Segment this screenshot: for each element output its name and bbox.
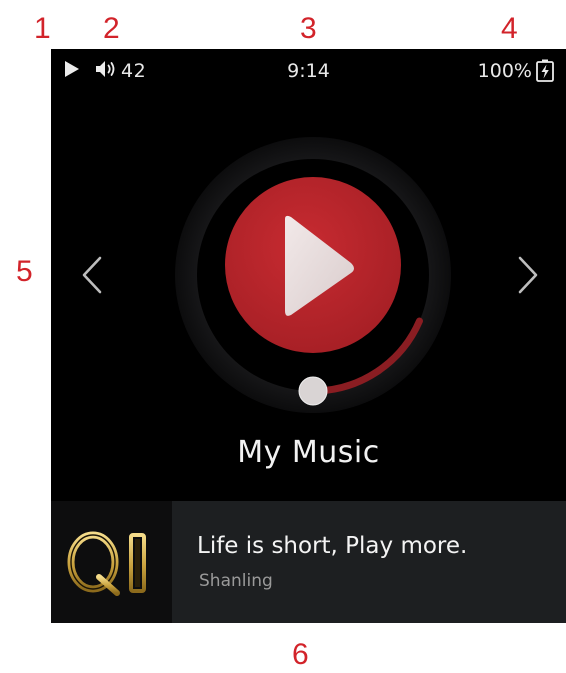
annotation-1: 1 [34, 12, 51, 45]
battery-percent: 100% [477, 60, 532, 82]
album-art [51, 501, 172, 623]
battery-charging-icon [536, 59, 554, 82]
qi-logo [67, 531, 146, 596]
chevron-right-icon[interactable] [516, 254, 540, 296]
annotation-5: 5 [16, 255, 33, 288]
banner-title: Life is short, Play more. [197, 533, 468, 559]
play-dial[interactable] [173, 135, 453, 415]
status-bar: 42 9:14 100% [51, 49, 566, 91]
now-playing-banner[interactable]: Life is short, Play more. Shanling [51, 501, 566, 623]
chevron-left-icon[interactable] [80, 254, 104, 296]
annotation-3: 3 [300, 12, 317, 45]
section-title: My Music [237, 435, 380, 470]
banner-subtitle: Shanling [199, 571, 273, 591]
device-screen: 42 9:14 100% My Music Life is short, Pla… [51, 49, 566, 623]
annotation-2: 2 [103, 12, 120, 45]
annotation-6: 6 [292, 638, 309, 671]
progress-knob[interactable] [298, 376, 328, 406]
annotation-4: 4 [501, 12, 518, 45]
